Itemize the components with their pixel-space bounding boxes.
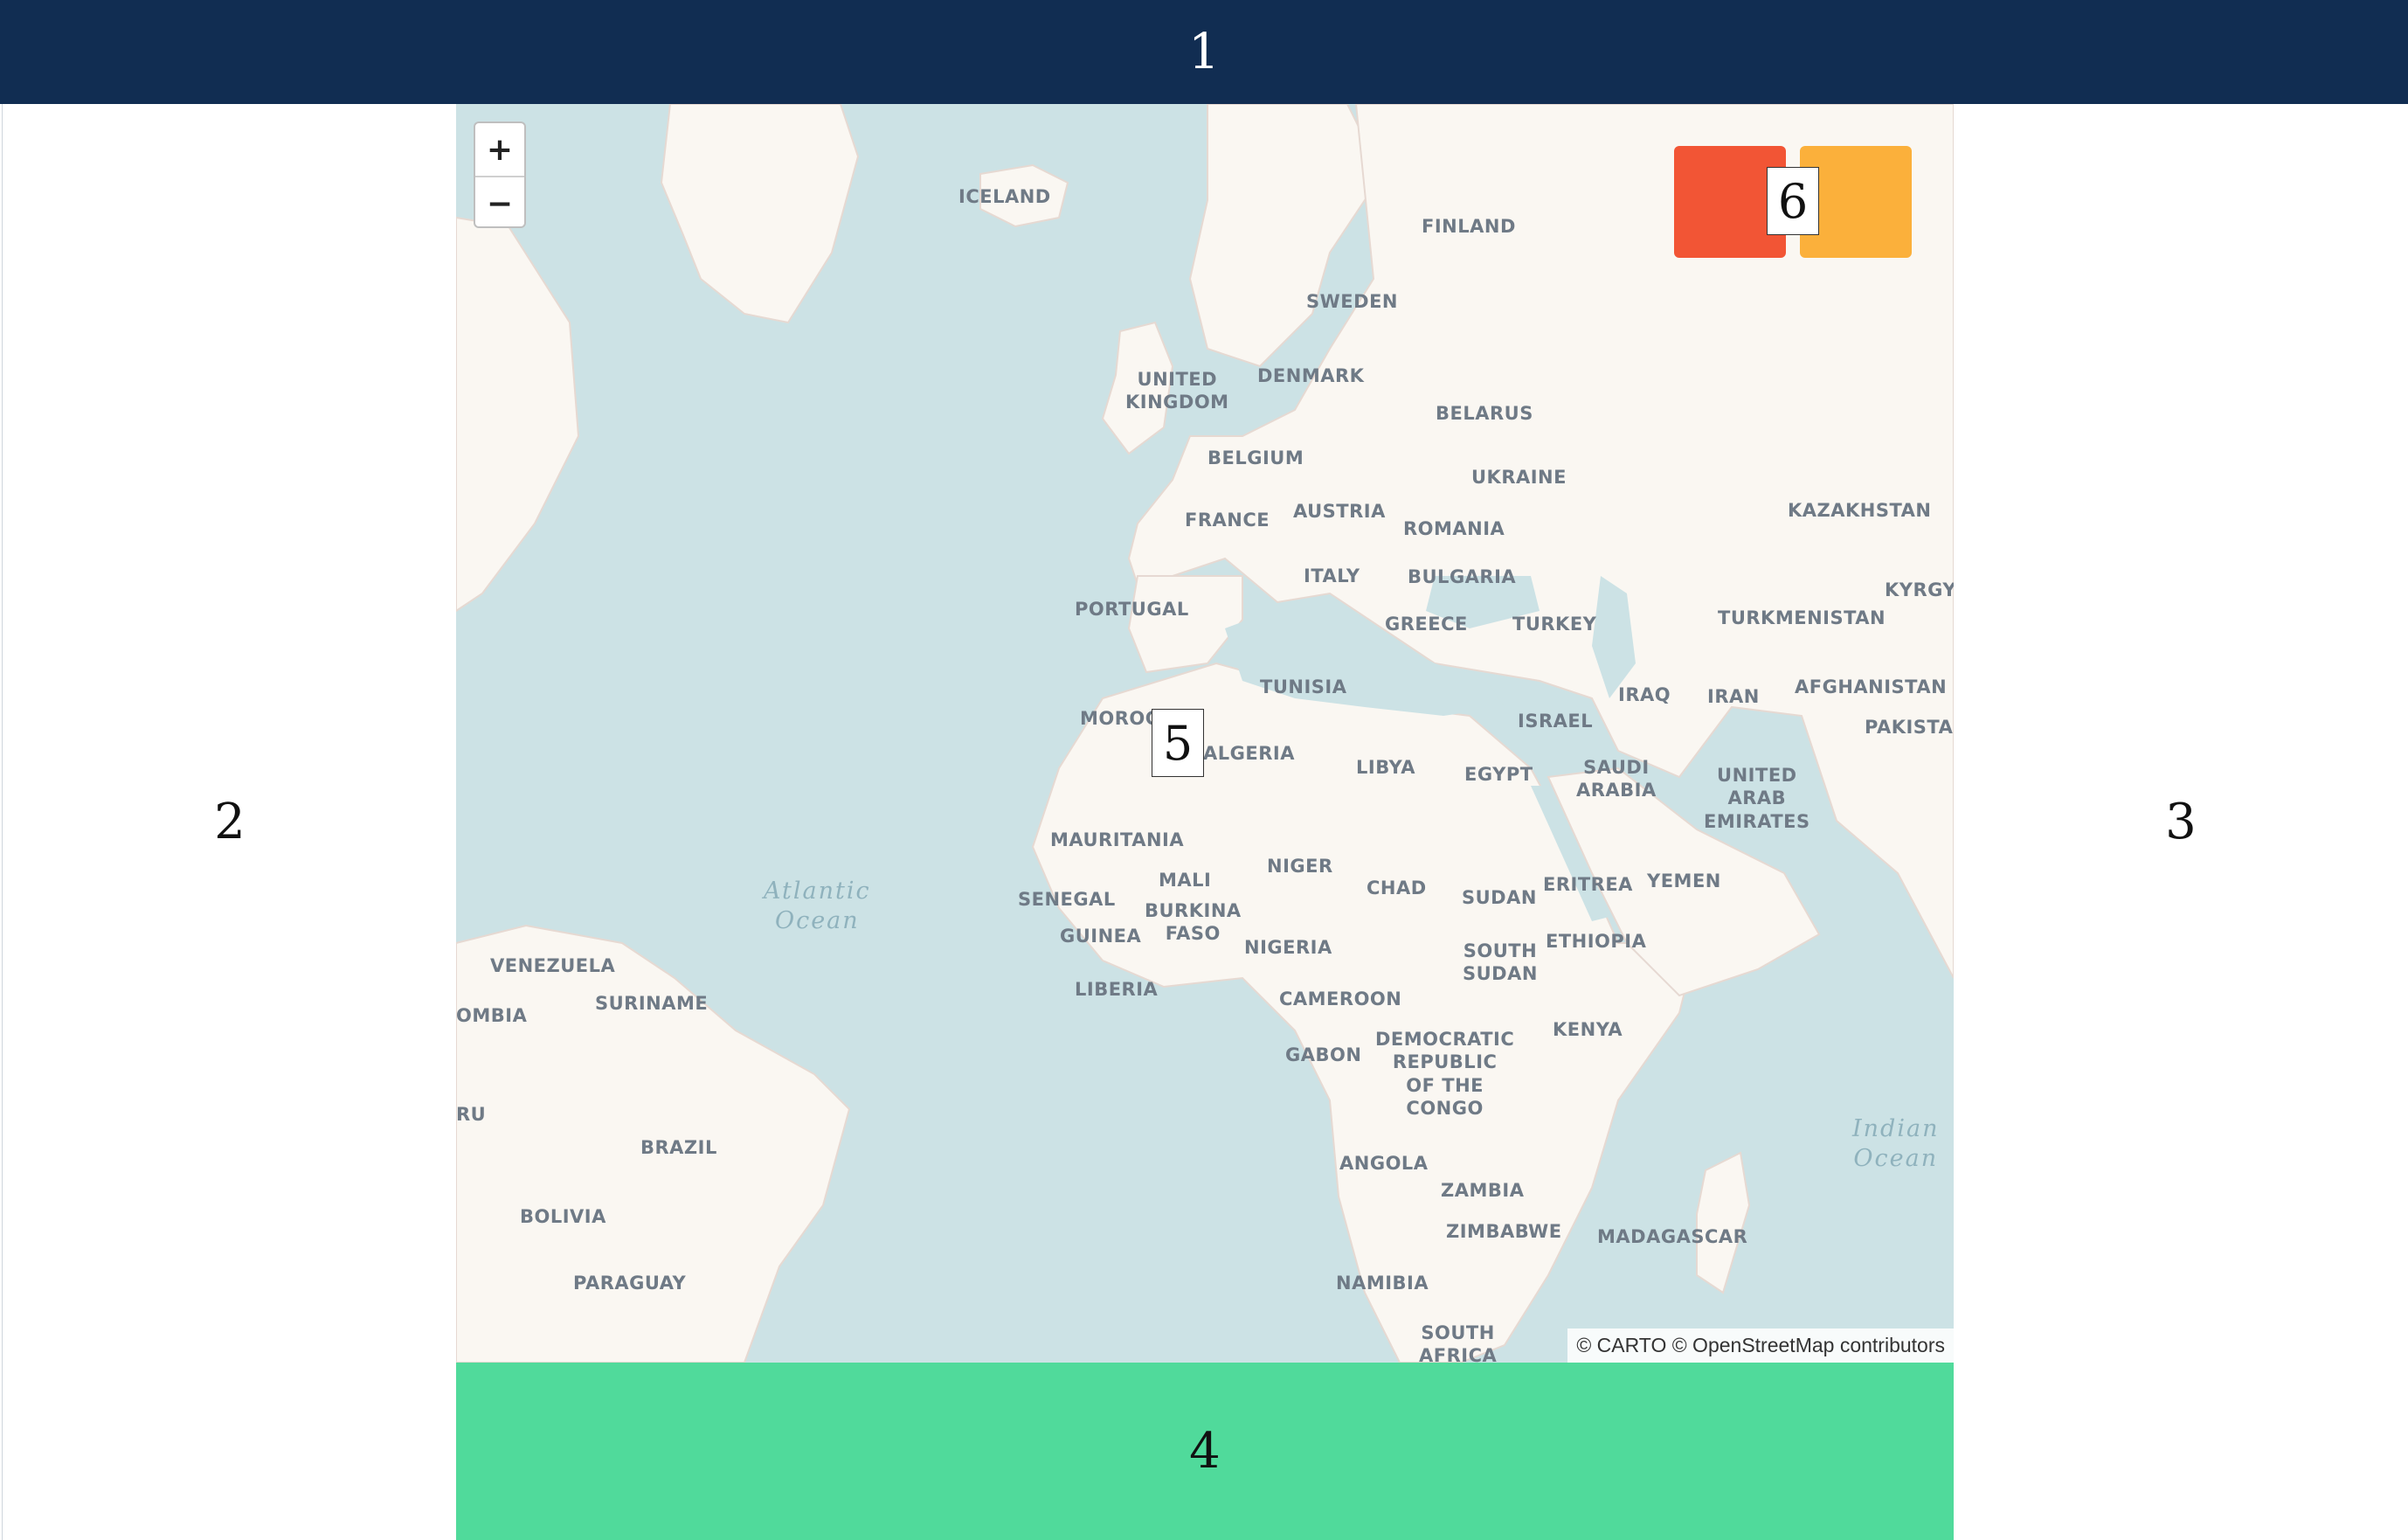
- label-south-sudan: SOUTH SUDAN: [1463, 940, 1538, 985]
- label-pakistan: PAKISTAN: [1865, 717, 1954, 738]
- label-sweden: SWEDEN: [1306, 291, 1398, 312]
- map-marker-label[interactable]: 5: [1152, 709, 1204, 777]
- label-italy: ITALY: [1304, 565, 1360, 586]
- label-yemen: YEMEN: [1647, 871, 1721, 891]
- label-niger: NIGER: [1267, 856, 1333, 877]
- label-greece: GREECE: [1385, 614, 1468, 635]
- label-belgium: BELGIUM: [1207, 447, 1304, 468]
- label-france: FRANCE: [1185, 510, 1270, 531]
- label-nigeria: NIGERIA: [1244, 937, 1332, 958]
- label-libya: LIBYA: [1356, 757, 1416, 778]
- label-sudan: SUDAN: [1462, 887, 1537, 908]
- label-algeria: ALGERIA: [1203, 743, 1295, 764]
- right-panel-label: 3: [2165, 793, 2197, 850]
- label-bulgaria: BULGARIA: [1408, 566, 1517, 587]
- footer-bar: 4: [456, 1363, 1954, 1540]
- label-senegal: SENEGAL: [1018, 889, 1116, 910]
- label-turkey: TURKEY: [1512, 614, 1597, 635]
- label-united-kingdom: UNITED KINGDOM: [1125, 369, 1229, 413]
- label-colombia: OMBIA: [456, 1005, 528, 1026]
- label-ukraine: UKRAINE: [1471, 467, 1567, 488]
- label-peru: RU: [456, 1104, 487, 1125]
- map-attribution[interactable]: © CARTO © OpenStreetMap contributors: [1567, 1328, 1954, 1363]
- label-belarus: BELARUS: [1436, 403, 1533, 424]
- label-iraq: IRAQ: [1618, 684, 1671, 705]
- label-angola: ANGOLA: [1339, 1153, 1429, 1174]
- map-view[interactable]: ICELAND FINLAND SWEDEN UNITED KINGDOM DE…: [456, 104, 1954, 1363]
- label-gabon: GABON: [1285, 1044, 1362, 1065]
- label-tunisia: TUNISIA: [1260, 676, 1347, 697]
- label-indian-ocean: Indian Ocean: [1852, 1115, 1940, 1172]
- label-namibia: NAMIBIA: [1336, 1273, 1429, 1294]
- label-zambia: ZAMBIA: [1441, 1180, 1525, 1201]
- label-cameroon: CAMEROON: [1279, 989, 1402, 1009]
- label-iceland: ICELAND: [958, 186, 1051, 207]
- label-south-africa: SOUTH AFRICA: [1419, 1322, 1498, 1363]
- right-panel: 3: [1954, 104, 2408, 1540]
- label-zimbabwe: ZIMBABWE: [1446, 1221, 1562, 1242]
- label-israel: ISRAEL: [1518, 711, 1594, 732]
- label-morocco: MOROC: [1080, 708, 1159, 729]
- zoom-in-button[interactable]: +: [475, 123, 524, 176]
- label-ethiopia: ETHIOPIA: [1546, 931, 1647, 952]
- map-basemap: [456, 104, 1954, 1363]
- label-denmark: DENMARK: [1257, 365, 1365, 386]
- label-burkina-faso: BURKINA FASO: [1145, 900, 1242, 945]
- header-label: 1: [1188, 23, 1220, 80]
- label-suriname: SURINAME: [595, 993, 709, 1014]
- label-guinea: GUINEA: [1060, 926, 1142, 947]
- left-panel: 2: [2, 104, 457, 1540]
- label-kyrgyz: KYRGYZ: [1885, 579, 1954, 600]
- label-mauritania: MAURITANIA: [1050, 829, 1185, 850]
- zoom-control: + −: [474, 121, 526, 228]
- label-venezuela: VENEZUELA: [490, 955, 616, 976]
- label-portugal: PORTUGAL: [1075, 599, 1189, 620]
- label-romania: ROMANIA: [1403, 518, 1505, 539]
- label-afghanistan: AFGHANISTAN: [1795, 676, 1948, 697]
- label-austria: AUSTRIA: [1293, 501, 1386, 522]
- label-chad: CHAD: [1367, 878, 1427, 898]
- label-kazakhstan: KAZAKHSTAN: [1788, 500, 1932, 521]
- footer-label: 4: [1189, 1422, 1221, 1480]
- label-drc: DEMOCRATIC REPUBLIC OF THE CONGO: [1375, 1029, 1515, 1119]
- label-eritrea: ERITREA: [1543, 874, 1633, 895]
- label-madagascar: MADAGASCAR: [1597, 1226, 1748, 1247]
- legend-label: 6: [1767, 167, 1819, 235]
- header-bar: 1: [0, 0, 2408, 104]
- label-saudi-arabia: SAUDI ARABIA: [1576, 757, 1657, 801]
- label-bolivia: BOLIVIA: [520, 1206, 606, 1227]
- left-panel-label: 2: [214, 793, 246, 850]
- label-turkmenistan: TURKMENISTAN: [1718, 607, 1886, 628]
- label-iran: IRAN: [1707, 686, 1760, 707]
- label-finland: FINLAND: [1422, 216, 1516, 237]
- label-mali: MALI: [1159, 870, 1212, 891]
- zoom-out-button[interactable]: −: [475, 177, 524, 226]
- label-uae: UNITED ARAB EMIRATES: [1704, 765, 1810, 832]
- label-paraguay: PARAGUAY: [573, 1273, 687, 1294]
- label-egypt: EGYPT: [1464, 764, 1533, 785]
- label-atlantic-ocean: Atlantic Ocean: [764, 878, 871, 934]
- label-kenya: KENYA: [1553, 1019, 1623, 1040]
- label-brazil: BRAZIL: [640, 1137, 717, 1158]
- label-liberia: LIBERIA: [1075, 979, 1159, 1000]
